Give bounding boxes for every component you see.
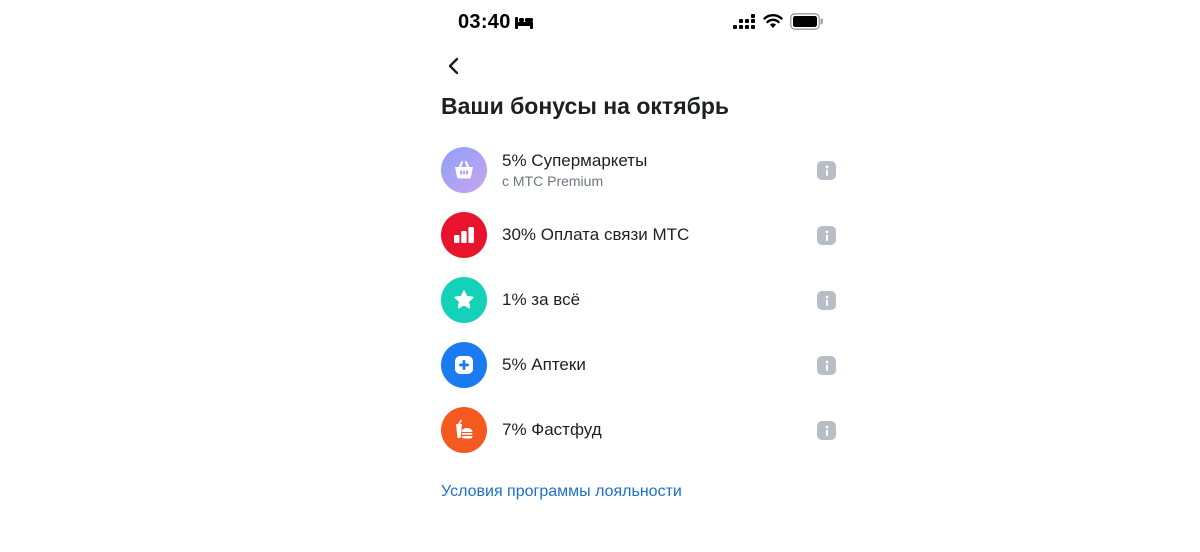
bonuses-screen: 03:40 Ваши бонусы на октябрь 5% Супермар…	[0, 0, 1200, 552]
bonus-text-everything: 1% за всё	[502, 277, 580, 323]
bonus-label: 30% Оплата связи МТС	[502, 225, 690, 244]
info-icon[interactable]	[817, 421, 836, 440]
bonus-icon-supermarkets	[441, 147, 487, 193]
bonus-sublabel: с МТС Premium	[502, 173, 604, 189]
info-icon[interactable]	[817, 161, 836, 180]
status-time: 03:40	[458, 11, 511, 33]
bonus-icon-fastfood	[441, 407, 487, 453]
bonus-item-pharmacies[interactable]: 5% Аптеки	[441, 342, 841, 406]
chevron-left-icon	[448, 57, 459, 75]
back-button[interactable]	[440, 52, 468, 80]
bonus-icon-mts-payment	[441, 212, 487, 258]
battery-icon	[790, 13, 823, 30]
bonus-item-supermarkets[interactable]: 5% Супермаркеты с МТС Premium	[441, 147, 841, 211]
bonus-icon-everything	[441, 277, 487, 323]
signal-icon	[733, 14, 755, 29]
bonus-text-fastfood: 7% Фастфуд	[502, 407, 602, 453]
bonus-item-fastfood[interactable]: 7% Фастфуд	[441, 407, 841, 471]
bonus-text-mts-payment: 30% Оплата связи МТС	[502, 212, 689, 258]
bonus-icon-pharmacies	[441, 342, 487, 388]
bonus-label: 1% за всё	[502, 290, 581, 309]
bonus-text-supermarkets: 5% Супермаркеты с МТС Premium	[502, 147, 647, 193]
bonus-label: 5% Супермаркеты	[502, 151, 648, 170]
fastfood-icon	[456, 419, 473, 439]
bonus-label: 7% Фастфуд	[502, 420, 602, 439]
info-icon[interactable]	[817, 356, 836, 375]
info-icon[interactable]	[817, 226, 836, 245]
bonus-text-pharmacies: 5% Аптеки	[502, 342, 586, 388]
bonus-label: 5% Аптеки	[502, 355, 586, 374]
plus-icon	[455, 356, 473, 374]
page-title: Ваши бонусы на октябрь	[441, 93, 730, 119]
star-icon	[454, 290, 474, 309]
bar-chart-icon	[454, 227, 474, 243]
bonus-item-everything[interactable]: 1% за всё	[441, 277, 841, 341]
wifi-icon	[763, 14, 783, 28]
loyalty-program-link[interactable]: Условия программы лояльности	[441, 481, 682, 503]
bonus-item-mts-payment[interactable]: 30% Оплата связи МТС	[441, 212, 841, 276]
bed-icon	[515, 17, 533, 29]
basket-icon	[455, 161, 473, 179]
info-icon[interactable]	[817, 291, 836, 310]
